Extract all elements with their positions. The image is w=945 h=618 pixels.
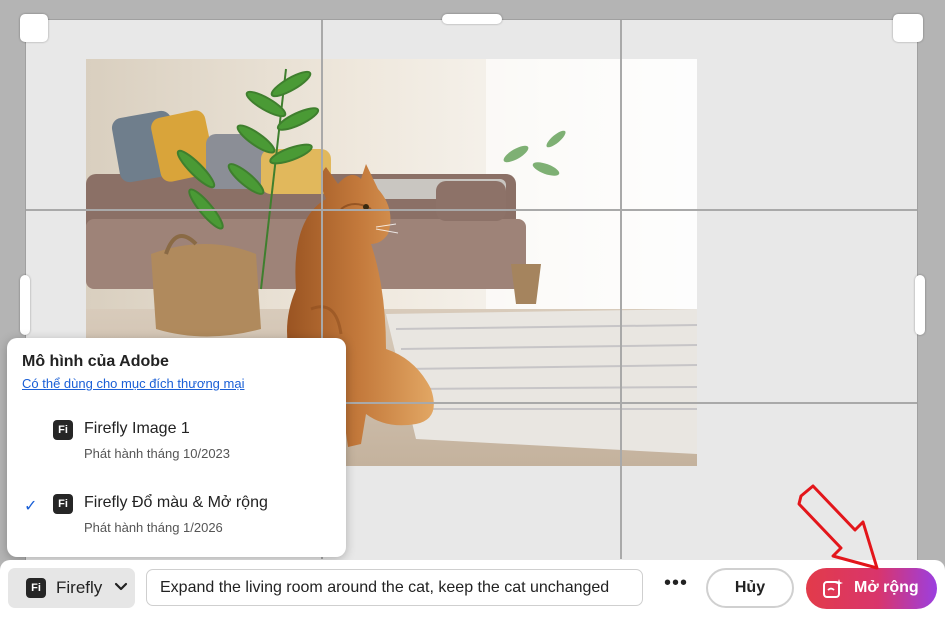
model-option-name: Firefly Đổ màu & Mở rộng [84, 494, 268, 511]
generative-expand-icon [823, 579, 843, 598]
cancel-button[interactable]: Hủy [706, 568, 794, 608]
firefly-logo-icon: Fi [53, 420, 73, 440]
grid-line [25, 209, 918, 211]
resize-handle-right[interactable] [915, 275, 925, 335]
chevron-down-icon [114, 582, 128, 591]
model-picker-popover: Mô hình của Adobe Có thể dùng cho mục đí… [7, 338, 346, 557]
model-option-release: Phát hành tháng 10/2023 [84, 446, 231, 461]
firefly-logo-icon: Fi [26, 578, 46, 598]
checkmark-icon: ✓ [24, 498, 38, 515]
prompt-input[interactable] [146, 569, 643, 606]
expand-button-label: Mở rộng [854, 579, 919, 596]
annotation-arrow-icon [797, 484, 879, 570]
model-option-name: Firefly Image 1 [84, 420, 190, 437]
model-option-firefly-image-1[interactable]: Fi Firefly Image 1 Phát hành tháng 10/20… [7, 420, 346, 476]
resize-handle-top-left[interactable] [20, 14, 48, 42]
resize-handle-left[interactable] [20, 275, 30, 335]
grid-line [620, 19, 622, 559]
model-option-firefly-fill-expand[interactable]: ✓ Fi Firefly Đổ màu & Mở rộng Phát hành … [7, 494, 346, 550]
firefly-logo-icon: Fi [53, 494, 73, 514]
popover-title: Mô hình của Adobe [22, 353, 169, 370]
model-option-release: Phát hành tháng 1/2026 [84, 520, 223, 535]
model-selector-button[interactable]: Fi Firefly [8, 568, 135, 608]
more-options-icon[interactable]: ••• [664, 572, 688, 595]
resize-handle-top[interactable] [442, 14, 502, 24]
resize-handle-top-right[interactable] [893, 14, 923, 42]
model-selector-label: Firefly [56, 578, 103, 597]
commercial-use-link[interactable]: Có thể dùng cho mục đích thương mại [22, 376, 244, 391]
